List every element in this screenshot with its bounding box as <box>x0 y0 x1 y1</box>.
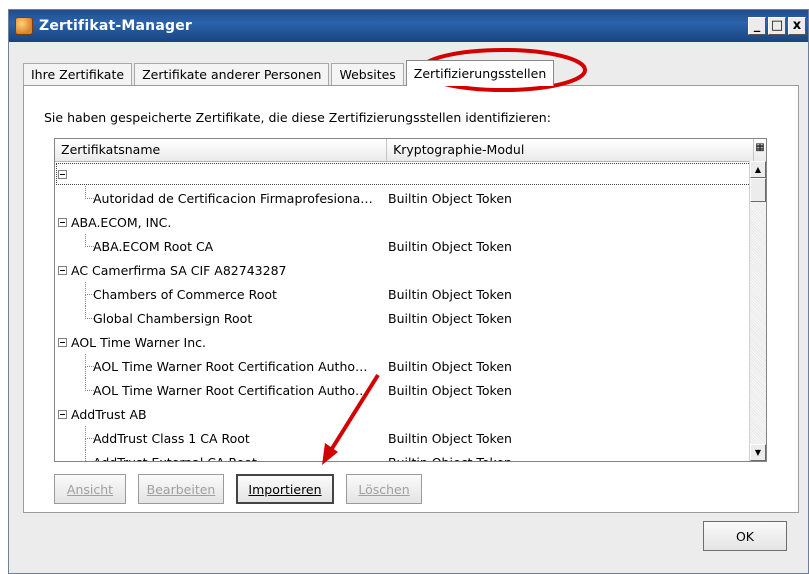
tree-cert-row[interactable]: Chambers of Commerce Root Builtin Object … <box>55 282 766 306</box>
cert-name-cell: AddTrust AB <box>55 402 388 426</box>
tree-group-row[interactable]: AC Camerfirma SA CIF A82743287 <box>55 258 766 282</box>
collapse-toggle-icon[interactable] <box>58 265 67 275</box>
cert-name-cell: Global Chambersign Root <box>55 306 388 330</box>
close-button[interactable]: x <box>788 17 806 35</box>
view-button[interactable]: Ansicht <box>54 474 126 504</box>
cert-name-cell: Autoridad de Certificacion Firmaprofesio… <box>55 186 388 210</box>
cert-name-label: AOL Time Warner Inc. <box>71 334 206 350</box>
cert-name-label: ABA.ECOM Root CA <box>93 238 214 254</box>
delete-button[interactable]: Löschen <box>346 474 422 504</box>
tree-connector <box>85 186 94 199</box>
cert-name-label: Autoridad de Certificacion Firmaprofesio… <box>93 190 373 206</box>
collapse-toggle-icon[interactable] <box>58 337 67 347</box>
certificate-manager-window: Zertifikat-Manager _ □ x Ihre Zertifikat… <box>8 9 809 574</box>
action-buttons: Ansicht Bearbeiten Importieren Löschen <box>54 474 422 504</box>
crypto-module-cell: Builtin Object Token <box>388 190 512 206</box>
scroll-up-arrow-icon[interactable]: ▲ <box>750 161 766 178</box>
ok-button-wrap: OK <box>703 521 787 551</box>
column-header-crypto-module[interactable]: Kryptographie-Modul <box>387 139 755 161</box>
cert-name-label: Chambers of Commerce Root <box>93 286 277 302</box>
cert-name-cell: Chambers of Commerce Root <box>55 282 388 306</box>
tree-group-row[interactable]: AOL Time Warner Inc. <box>55 330 766 354</box>
cert-name-cell: AddTrust Class 1 CA Root <box>55 426 388 450</box>
cert-name-label: AOL Time Warner Root Certification Autho… <box>93 358 368 374</box>
tree-body: Autoridad de Certificacion Firmaprofesio… <box>55 162 766 462</box>
tab-your-certificates[interactable]: Ihre Zertifikate <box>23 63 133 86</box>
tab-panel: Sie haben gespeicherte Zertifikate, die … <box>23 85 799 513</box>
vertical-scrollbar[interactable]: ▲ ▼ <box>749 161 766 461</box>
certificate-tree[interactable]: Zertifikatsname Kryptographie-Modul ▦ Au… <box>54 138 767 462</box>
cert-name-cell: AOL Time Warner Root Certification Autho… <box>55 378 388 402</box>
cert-name-label: ABA.ECOM, INC. <box>71 214 172 230</box>
tree-connector <box>85 234 94 247</box>
tree-connector <box>85 378 94 391</box>
cert-name-label: AddTrust External CA Root <box>93 454 257 462</box>
tab-bar: Ihre Zertifikate Zertifikate anderer Per… <box>23 60 556 86</box>
collapse-toggle-icon[interactable] <box>58 217 67 227</box>
cert-name-label: AC Camerfirma SA CIF A82743287 <box>71 262 287 278</box>
cert-name-cell: AOL Time Warner Root Certification Autho… <box>55 354 388 378</box>
column-picker-icon[interactable]: ▦ <box>754 139 766 161</box>
column-header-certificate-name[interactable]: Zertifikatsname <box>55 139 388 161</box>
cert-name-cell: AddTrust External CA Root <box>55 450 388 462</box>
cert-name-cell: AOL Time Warner Inc. <box>55 330 388 354</box>
panel-description: Sie haben gespeicherte Zertifikate, die … <box>44 110 551 125</box>
tab-websites[interactable]: Websites <box>331 63 404 86</box>
tree-cert-row[interactable]: ABA.ECOM Root CA Builtin Object Token <box>55 234 766 258</box>
cert-name-cell: AC Camerfirma SA CIF A82743287 <box>55 258 388 282</box>
tree-cert-row[interactable]: AddTrust Class 1 CA Root Builtin Object T… <box>55 426 766 450</box>
cert-name-cell: ABA.ECOM Root CA <box>55 234 388 258</box>
crypto-module-cell: Builtin Object Token <box>388 454 512 462</box>
tree-connector <box>85 450 94 461</box>
crypto-module-cell: Builtin Object Token <box>388 430 512 446</box>
collapse-toggle-icon[interactable] <box>58 169 67 179</box>
tree-connector <box>85 306 94 319</box>
tree-cert-row[interactable]: AOL Time Warner Root Certification Autho… <box>55 378 766 402</box>
tree-cert-row[interactable]: AddTrust External CA Root Builtin Object … <box>55 450 766 462</box>
tree-connector <box>85 426 94 450</box>
collapse-toggle-icon[interactable] <box>58 409 67 419</box>
crypto-module-cell: Builtin Object Token <box>388 310 512 326</box>
cert-name-label: AddTrust AB <box>71 406 147 422</box>
maximize-button[interactable]: □ <box>768 17 786 35</box>
ok-button[interactable]: OK <box>703 521 787 551</box>
cert-name-cell: ABA.ECOM, INC. <box>55 210 388 234</box>
tab-other-people-certificates[interactable]: Zertifikate anderer Personen <box>134 63 330 86</box>
crypto-module-cell: Builtin Object Token <box>388 382 512 398</box>
tree-group-row[interactable]: AddTrust AB <box>55 402 766 426</box>
tree-group-row[interactable] <box>55 162 766 186</box>
tree-cert-row[interactable]: AOL Time Warner Root Certification Autho… <box>55 354 766 378</box>
tab-certificate-authorities[interactable]: Zertifizierungsstellen <box>405 60 555 86</box>
window-controls: _ □ x <box>748 17 806 35</box>
crypto-module-cell: Builtin Object Token <box>388 286 512 302</box>
tree-cert-row[interactable]: Global Chambersign Root Builtin Object To… <box>55 306 766 330</box>
scrollbar-thumb[interactable] <box>750 178 766 202</box>
tree-cert-row[interactable]: Autoridad de Certificacion Firmaprofesio… <box>55 186 766 210</box>
crypto-module-cell: Builtin Object Token <box>388 238 512 254</box>
cert-name-cell <box>55 162 388 186</box>
cert-name-label: AddTrust Class 1 CA Root <box>93 430 250 446</box>
cert-name-label: Global Chambersign Root <box>93 310 253 326</box>
scroll-down-arrow-icon[interactable]: ▼ <box>750 444 766 461</box>
window-title: Zertifikat-Manager <box>39 18 193 34</box>
app-icon <box>15 17 33 35</box>
tree-connector <box>85 282 94 306</box>
crypto-module-cell: Builtin Object Token <box>388 358 512 374</box>
tree-group-row[interactable]: ABA.ECOM, INC. <box>55 210 766 234</box>
import-button[interactable]: Importieren <box>236 474 334 504</box>
minimize-button[interactable]: _ <box>748 17 766 35</box>
edit-button[interactable]: Bearbeiten <box>138 474 224 504</box>
tree-header: Zertifikatsname Kryptographie-Modul ▦ <box>55 139 766 162</box>
tree-connector <box>85 354 94 378</box>
cert-name-label: AOL Time Warner Root Certification Autho… <box>93 382 368 398</box>
title-bar[interactable]: Zertifikat-Manager _ □ x <box>9 10 808 42</box>
